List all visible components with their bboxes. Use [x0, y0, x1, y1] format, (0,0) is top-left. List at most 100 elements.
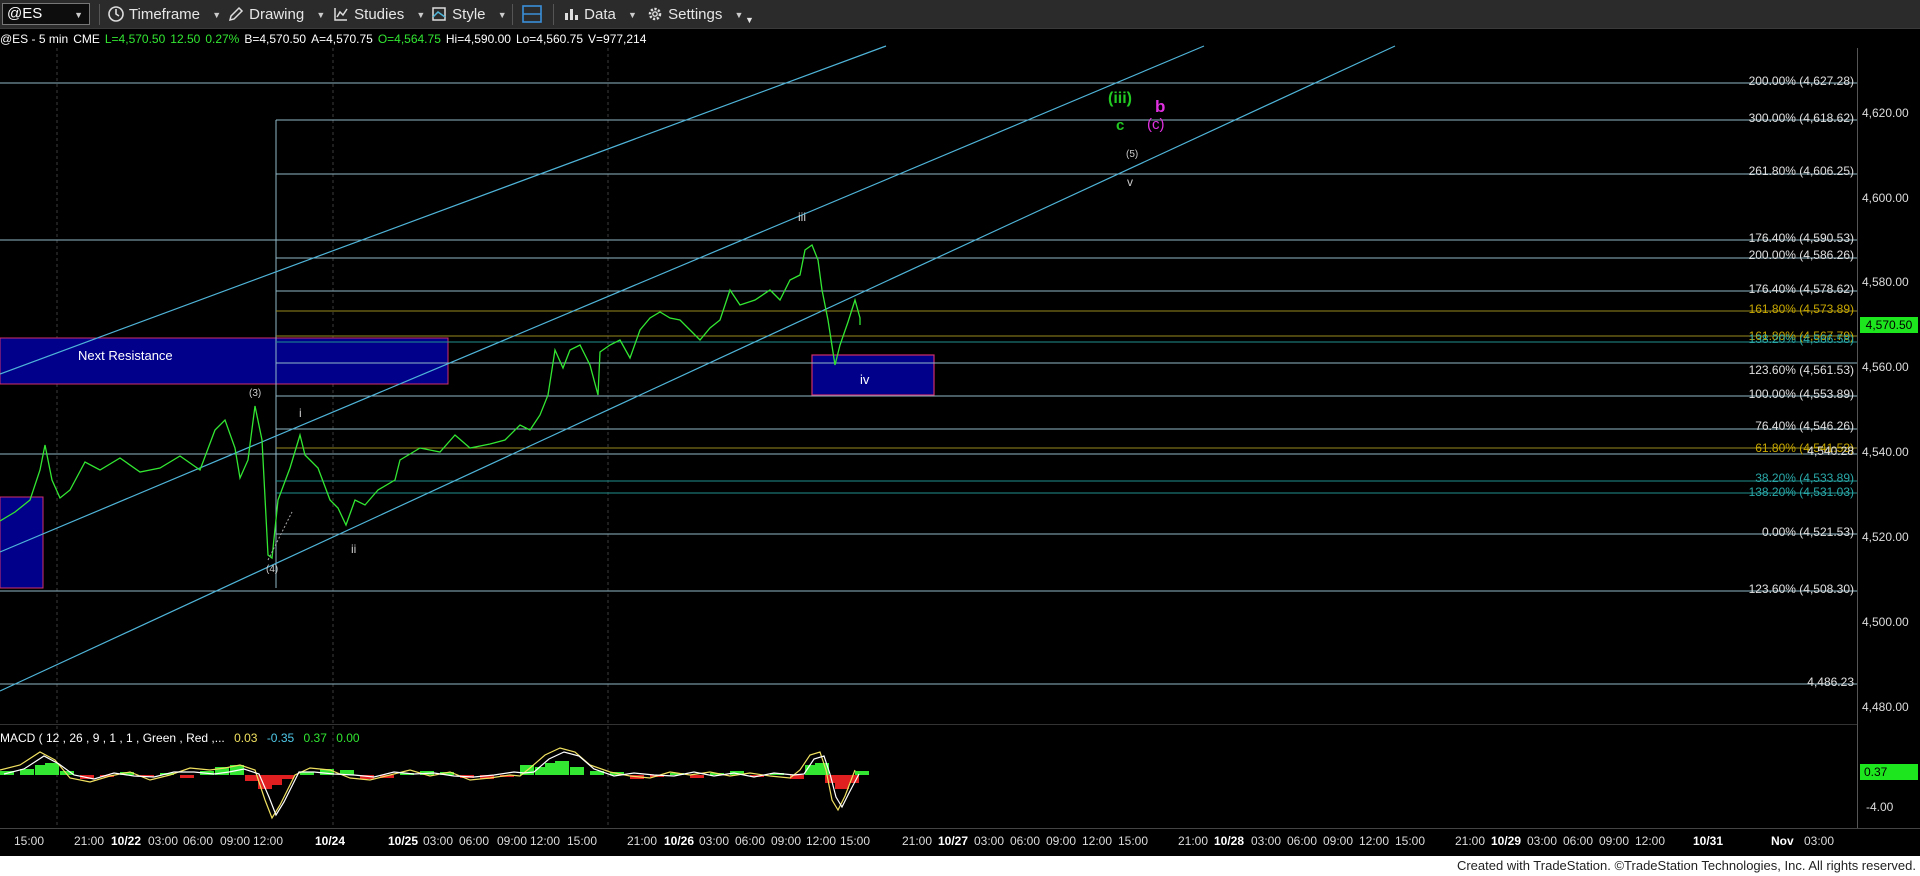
macd-indicator [0, 747, 869, 820]
time-axis-label: 15:00 [567, 834, 598, 848]
time-axis-label: 10/24 [315, 834, 346, 848]
time-axis-label: 21:00 [902, 834, 933, 848]
time-axis-label: 09:00 [1046, 834, 1077, 848]
macd-histogram-bar [570, 767, 584, 775]
time-axis-label: 10/31 [1693, 834, 1724, 848]
wave-label-3: (3) [249, 388, 262, 399]
axis-separator [1857, 48, 1858, 828]
fib-level-label: 123.60% (4,508.30) [1748, 582, 1854, 596]
fib-level-label: 300.00% (4,618.62) [1748, 111, 1854, 125]
fib-level-label: 0.00% (4,521.53) [1761, 525, 1854, 539]
time-axis-label: 15:00 [1118, 834, 1149, 848]
panel-divider [0, 724, 1857, 725]
time-axis-label: 09:00 [497, 834, 528, 848]
time-axis-label: 12:00 [806, 834, 837, 848]
macd-value: 0.03 [234, 731, 258, 745]
macd-histogram-bar [690, 775, 704, 778]
fib-level-label: 176.40% (4,578.62) [1748, 282, 1854, 296]
macd-histogram-bar [280, 775, 294, 779]
macd-label: MACD ( 12 , 26 , 9 , 1 , 1 , Green , Red… [0, 731, 225, 745]
time-axis-label: 21:00 [627, 834, 658, 848]
macd-histogram-bar [180, 775, 194, 778]
time-axis-label: 06:00 [183, 834, 214, 848]
time-axis-label: 21:00 [74, 834, 105, 848]
fib-level-label: 138.20% (4,531.03) [1748, 485, 1854, 499]
time-axis-label: 06:00 [459, 834, 490, 848]
time-axis-label: 06:00 [1563, 834, 1594, 848]
fib-level-label: 261.80% (4,606.25) [1748, 164, 1854, 178]
footer-text: Created with TradeStation. ©TradeStation… [1456, 858, 1916, 873]
time-axis-label: 10/29 [1491, 834, 1522, 848]
time-axis-label: 06:00 [735, 834, 766, 848]
macd-histogram-bar [855, 771, 869, 775]
time-axis-label: 15:00 [14, 834, 45, 848]
time-axis-label: 10/27 [938, 834, 969, 848]
macd-histogram-bar [555, 761, 569, 775]
fib-level-label: 4,486.23 [1807, 675, 1854, 689]
current-price-tag: 4,570.50 [1860, 317, 1918, 333]
time-axis-label: 12:00 [1082, 834, 1113, 848]
price-axis-tick: 4,620.00 [1862, 106, 1909, 120]
macd-hist-value: 0.37 [303, 731, 327, 745]
time-axis-label: 12:00 [253, 834, 284, 848]
fib-level-label: 138.20% (4,566.58) [1748, 332, 1854, 346]
wave-label-v: v [1127, 175, 1133, 189]
macd-zero-value: 0.00 [336, 731, 360, 745]
time-axis-label: 10/26 [664, 834, 695, 848]
fib-level-label: 76.40% (4,546.26) [1755, 419, 1854, 433]
macd-histogram-bar [45, 763, 59, 775]
fib-level-label: 100.00% (4,553.89) [1748, 387, 1854, 401]
fib-level-label: 200.00% (4,627.28) [1748, 74, 1854, 88]
time-axis-label: 03:00 [1251, 834, 1282, 848]
time-axis-label: 10/25 [388, 834, 419, 848]
time-axis-label: 03:00 [1804, 834, 1835, 848]
time-axis-label: 12:00 [530, 834, 561, 848]
time-axis-label: 21:00 [1178, 834, 1209, 848]
wave-label-iii-green: (iii) [1108, 90, 1132, 107]
price-axis-tick: 4,580.00 [1862, 275, 1909, 289]
next-resistance-label: Next Resistance [78, 348, 173, 363]
fib-level-label: 176.40% (4,590.53) [1748, 231, 1854, 245]
macd-axis-label: -4.00 [1866, 800, 1894, 814]
vertical-gridlines [56, 48, 609, 828]
time-axis-label: 09:00 [1599, 834, 1630, 848]
footer: Created with TradeStation. ©TradeStation… [0, 856, 1920, 876]
wave-label-c-magenta: (c) [1147, 116, 1165, 133]
macd-line [3, 751, 860, 817]
time-axis-label: 03:00 [1527, 834, 1558, 848]
time-axis-label: 10/28 [1214, 834, 1245, 848]
price-axis-tick: 4,600.00 [1862, 191, 1909, 205]
time-axis-label: 06:00 [1010, 834, 1041, 848]
fib-level-label: 161.80% (4,573.89) [1748, 302, 1854, 316]
wave-label-4: (4) [266, 564, 279, 575]
time-axis-label: 03:00 [148, 834, 179, 848]
macd-line [0, 747, 856, 820]
price-axis-tick: 4,500.00 [1862, 615, 1909, 629]
time-axis-label: 12:00 [1359, 834, 1390, 848]
price-axis-tick: 4,480.00 [1862, 700, 1909, 714]
price-axis-tick: 4,540.00 [1862, 445, 1909, 459]
next-resistance-zone[interactable] [0, 337, 449, 385]
time-axis-label: 12:00 [1635, 834, 1666, 848]
wave-connector [267, 511, 293, 561]
time-axis-label: 09:00 [220, 834, 251, 848]
wave-label-b-magenta: b [1155, 97, 1166, 116]
time-axis-label: 06:00 [1287, 834, 1318, 848]
time-axis-label: 09:00 [771, 834, 802, 848]
wave-iv-zone[interactable] [811, 354, 935, 396]
time-axis-label: 10/22 [111, 834, 142, 848]
wave-label-5: (5) [1126, 149, 1139, 160]
wave-label-iv: iv [860, 372, 870, 387]
wave-label-i: i [299, 406, 302, 420]
fib-level-label: 123.60% (4,561.53) [1748, 363, 1854, 377]
price-axis-tick: 4,560.00 [1862, 360, 1909, 374]
time-axis-label: 03:00 [974, 834, 1005, 848]
wave-label-iii: iii [798, 210, 806, 224]
time-axis-label: 15:00 [1395, 834, 1426, 848]
macd-value-tag: 0.37 [1860, 764, 1918, 780]
wave-label-ii: ii [351, 542, 357, 556]
macd-legend: MACD ( 12 , 26 , 9 , 1 , 1 , Green , Red… [0, 731, 360, 745]
fib-level-label: 38.20% (4,533.89) [1755, 471, 1854, 485]
price-axis-tick: 4,520.00 [1862, 530, 1909, 544]
time-axis-label: Nov [1771, 834, 1794, 848]
